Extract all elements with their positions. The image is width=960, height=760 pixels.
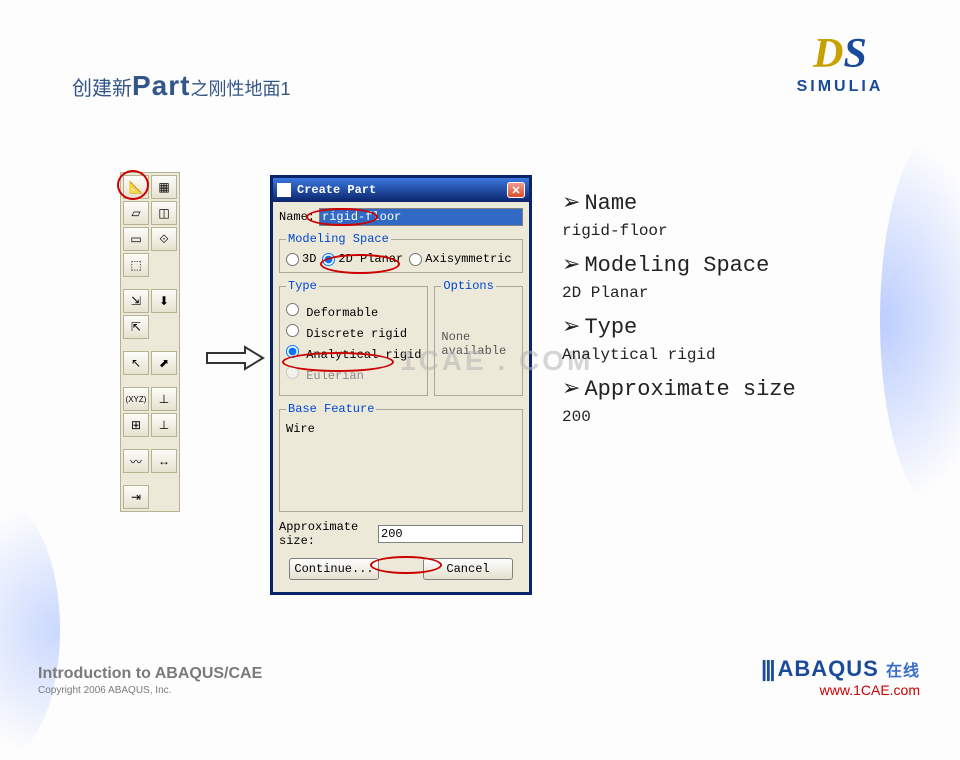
- name-input[interactable]: [319, 208, 523, 226]
- options-group: Options None available: [434, 279, 523, 396]
- bullet-heading-type: Type: [562, 314, 796, 340]
- base-feature-text: Wire: [286, 422, 516, 436]
- radio-deformable[interactable]: Deformable: [286, 303, 421, 320]
- create-part-dialog: Create Part ✕ Name: Modeling Space 3D 2D…: [270, 175, 532, 595]
- continue-button[interactable]: Continue...: [289, 558, 379, 580]
- dialog-titlebar[interactable]: Create Part ✕: [273, 178, 529, 202]
- radio-axisymmetric[interactable]: Axisymmetric: [409, 252, 511, 266]
- tool-btn-17[interactable]: ⊥: [151, 413, 177, 437]
- tool-btn-16[interactable]: ⊞: [123, 413, 149, 437]
- tool-btn-10[interactable]: ⇱: [123, 315, 149, 339]
- name-label: Name:: [279, 210, 315, 224]
- bullet-heading-space: Modeling Space: [562, 252, 796, 278]
- radio-2d-planar[interactable]: 2D Planar: [322, 252, 403, 266]
- tool-btn-14[interactable]: (XYZ): [123, 387, 149, 411]
- title-post: 之刚性地面1: [190, 79, 290, 99]
- radio-3d[interactable]: 3D: [286, 252, 316, 266]
- options-legend: Options: [441, 279, 495, 293]
- abaqus-logo: |||ABAQUS 在线: [761, 656, 920, 682]
- type-legend: Type: [286, 279, 319, 293]
- tool-btn-12[interactable]: ↖: [123, 351, 149, 375]
- title-big: Part: [132, 70, 190, 101]
- footer-left: Introduction to ABAQUS/CAE Copyright 200…: [38, 665, 262, 696]
- tool-btn-2[interactable]: ▱: [123, 201, 149, 225]
- decorative-swoosh-left: [0, 500, 60, 760]
- tool-btn-9[interactable]: ⬇: [151, 289, 177, 313]
- title-pre: 创建新: [72, 78, 132, 100]
- tool-btn-6[interactable]: ⬚: [123, 253, 149, 277]
- modeling-space-group: Modeling Space 3D 2D Planar Axisymmetric: [279, 232, 523, 273]
- tool-btn-8[interactable]: ⇲: [123, 289, 149, 313]
- bullet-value-type: Analytical rigid: [562, 346, 796, 364]
- tool-btn-1[interactable]: ▦: [151, 175, 177, 199]
- bullet-value-size: 200: [562, 408, 796, 426]
- close-icon[interactable]: ✕: [507, 182, 525, 198]
- cancel-button[interactable]: Cancel: [423, 558, 513, 580]
- bullet-heading-name: Name: [562, 190, 796, 216]
- footer-url: www.1CAE.com: [761, 682, 920, 698]
- approx-size-input[interactable]: [378, 525, 523, 543]
- tool-btn-18[interactable]: 〰: [123, 449, 149, 473]
- bullet-list: Name rigid-floor Modeling Space 2D Plana…: [562, 190, 796, 426]
- type-group: Type Deformable Discrete rigid Analytica…: [279, 279, 428, 396]
- tool-btn-19[interactable]: ↔: [151, 449, 177, 473]
- dialog-title: Create Part: [297, 183, 507, 197]
- radio-analytical-rigid[interactable]: Analytical rigid: [286, 345, 421, 362]
- bullet-value-space: 2D Planar: [562, 284, 796, 302]
- tool-btn-3[interactable]: ◫: [151, 201, 177, 225]
- tool-btn-4[interactable]: ▭: [123, 227, 149, 251]
- tool-btn-15[interactable]: ⊥: [151, 387, 177, 411]
- footer-copyright: Copyright 2006 ABAQUS, Inc.: [38, 685, 262, 696]
- slide-title: 创建新Part之刚性地面1: [72, 70, 290, 102]
- radio-eulerian: Eulerian: [286, 366, 421, 383]
- tool-create-part[interactable]: 📐: [123, 175, 149, 199]
- tool-btn-5[interactable]: ⟐: [151, 227, 177, 251]
- simulia-text: SIMULIA: [770, 78, 910, 96]
- footer-right: |||ABAQUS 在线 www.1CAE.com: [761, 656, 920, 698]
- vertical-toolbar: 📐 ▦ ▱ ◫ ▭ ⟐ ⬚ ⇲ ⬇ ⇱ ↖ ⬈ (XYZ) ⊥ ⊞ ⊥ 〰 ↔ …: [120, 172, 180, 512]
- tool-btn-20[interactable]: ⇥: [123, 485, 149, 509]
- approx-size-label: Approximate size:: [279, 520, 374, 548]
- arrow-icon: [205, 345, 265, 371]
- modeling-space-legend: Modeling Space: [286, 232, 391, 246]
- base-feature-legend: Base Feature: [286, 402, 376, 416]
- radio-discrete-rigid[interactable]: Discrete rigid: [286, 324, 421, 341]
- footer-title: Introduction to ABAQUS/CAE: [38, 665, 262, 683]
- simulia-logo: DS SIMULIA: [770, 30, 910, 96]
- base-feature-group: Base Feature Wire: [279, 402, 523, 512]
- options-text: None available: [441, 299, 516, 389]
- bullet-value-name: rigid-floor: [562, 222, 796, 240]
- bullet-heading-size: Approximate size: [562, 376, 796, 402]
- tool-btn-13[interactable]: ⬈: [151, 351, 177, 375]
- dialog-icon: [277, 183, 291, 197]
- decorative-swoosh-right: [880, 130, 960, 510]
